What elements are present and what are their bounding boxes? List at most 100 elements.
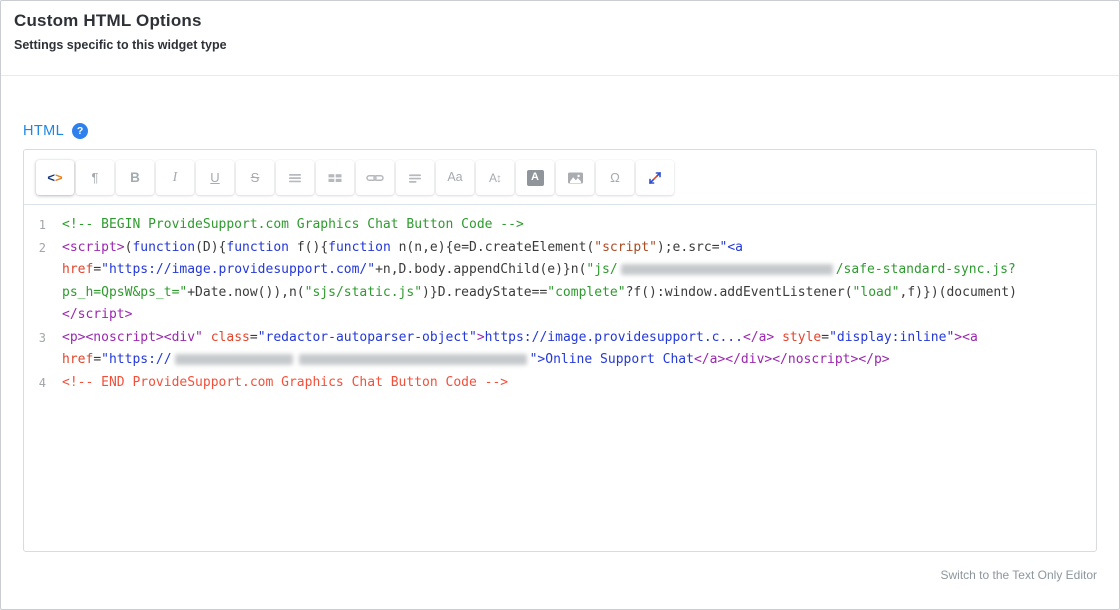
bold-icon: B: [130, 171, 140, 185]
text-color-button[interactable]: A: [516, 160, 554, 195]
redacted-text: [621, 264, 833, 275]
code-token: =: [250, 330, 258, 345]
code-token: )}D.readyState==: [422, 285, 547, 300]
paragraph-button[interactable]: ¶: [76, 160, 114, 195]
switch-editor-link[interactable]: Switch to the Text Only Editor: [940, 568, 1097, 582]
editor-footer: Switch to the Text Only Editor: [23, 566, 1097, 584]
code-token: <!-- END ProvideSupport.com Graphics Cha…: [62, 375, 508, 390]
code-token: ,f)})(document): [900, 285, 1017, 300]
line-number: 3: [24, 327, 62, 350]
code-token: Online Support Chat: [545, 352, 694, 367]
strikethrough-button[interactable]: S: [236, 160, 274, 195]
fullscreen-expand-icon: [647, 170, 663, 186]
code-token: class: [211, 330, 250, 345]
align-button[interactable]: [396, 160, 434, 195]
html-field-label-row: HTML ?: [23, 123, 1097, 139]
list-button[interactable]: [276, 160, 314, 195]
code-view-button[interactable]: <>: [36, 160, 74, 195]
line-number: 4: [24, 372, 62, 395]
code-token: ps_h=QpsW&ps_t=": [62, 285, 187, 300]
code-token: </script>: [62, 307, 132, 322]
code-token: function: [328, 240, 391, 255]
panel-header: Custom HTML Options Settings specific to…: [1, 1, 1119, 76]
code-token: "sjs/static.js": [305, 285, 422, 300]
code-token: +n,D.body.appendChild(e)}n(: [375, 262, 586, 277]
table-button[interactable]: [316, 160, 354, 195]
code-token: "display:inline": [829, 330, 954, 345]
custom-html-options-panel: Custom HTML Options Settings specific to…: [0, 0, 1120, 610]
italic-button[interactable]: I: [156, 160, 194, 195]
image-icon: [567, 170, 584, 186]
code-token: =: [93, 262, 101, 277]
code-token: (D){: [195, 240, 226, 255]
special-char-icon: Ω: [610, 171, 620, 184]
line-height-icon: A↕: [489, 172, 501, 184]
code-token: "redactor-autoparser-object": [258, 330, 477, 345]
code-token: </a></div></noscript></p>: [694, 352, 890, 367]
code-token: ><a: [954, 330, 977, 345]
code-line: 2<script>(function(D){function f(){funct…: [24, 237, 1088, 327]
code-token: >: [477, 330, 485, 345]
image-button[interactable]: [556, 160, 594, 195]
underline-icon: U: [210, 171, 219, 184]
table-icon: [327, 170, 343, 186]
code-token: https://image.providesupport.c...: [485, 330, 743, 345]
code-token: </a>: [743, 330, 774, 345]
italic-icon: I: [173, 171, 178, 185]
redacted-text: [175, 354, 293, 365]
list-icon: [287, 170, 303, 186]
code-token: "load": [853, 285, 900, 300]
code-token: [774, 330, 782, 345]
code-token: "https://image.providesupport.com/": [101, 262, 375, 277]
special-char-button[interactable]: Ω: [596, 160, 634, 195]
paragraph-icon: ¶: [92, 171, 99, 184]
line-number: 1: [24, 214, 62, 237]
html-field-label: HTML: [23, 123, 64, 139]
code-token: <!-- BEGIN ProvideSupport.com Graphics C…: [62, 217, 524, 232]
code-token: +Date.now()),n(: [187, 285, 304, 300]
code-token: <p><noscript><div": [62, 330, 203, 345]
code-token: =: [93, 352, 101, 367]
code-line: 1<!-- BEGIN ProvideSupport.com Graphics …: [24, 214, 1088, 237]
code-token: href: [62, 352, 93, 367]
redacted-text: [299, 354, 527, 365]
code-token: f(){: [289, 240, 328, 255]
fullscreen-button[interactable]: [636, 160, 674, 195]
code-token: style: [782, 330, 821, 345]
code-token: ">: [530, 352, 546, 367]
line-number: 2: [24, 237, 62, 260]
strikethrough-icon: S: [251, 171, 260, 184]
code-token: );e.src=: [657, 240, 720, 255]
font-style-button[interactable]: Aa: [436, 160, 474, 195]
code-token: function: [132, 240, 195, 255]
code-token: n(n,e){e=D.createElement(: [391, 240, 595, 255]
help-icon[interactable]: ?: [72, 123, 88, 139]
code-line: 3<p><noscript><div" class="redactor-auto…: [24, 327, 1088, 372]
line-height-button[interactable]: A↕: [476, 160, 514, 195]
code-token: function: [226, 240, 289, 255]
code-token: "https://: [101, 352, 171, 367]
code-token: /safe-standard-sync.js?: [836, 262, 1016, 277]
code-token: [203, 330, 211, 345]
code-token: "script": [594, 240, 657, 255]
text-color-icon: A: [527, 169, 544, 186]
align-icon: [407, 170, 423, 186]
underline-button[interactable]: U: [196, 160, 234, 195]
code-area[interactable]: 1<!-- BEGIN ProvideSupport.com Graphics …: [24, 205, 1096, 551]
link-icon: [366, 170, 384, 186]
editor-toolbar: <> ¶ B I U S Aa A↕ A Ω: [24, 150, 1096, 205]
link-button[interactable]: [356, 160, 394, 195]
code-view-icon: <>: [47, 171, 62, 184]
code-token: href: [62, 262, 93, 277]
code-token: "<a: [720, 240, 743, 255]
bold-button[interactable]: B: [116, 160, 154, 195]
code-line: 4<!-- END ProvideSupport.com Graphics Ch…: [24, 372, 1088, 395]
page-subtitle: Settings specific to this widget type: [14, 38, 1105, 52]
code-token: <script>: [62, 240, 125, 255]
code-token: "js/: [586, 262, 617, 277]
code-token: "complete": [547, 285, 625, 300]
panel-body: HTML ? <> ¶ B I U S Aa A↕ A Ω 1<!-- BEGIN Provide…: [1, 76, 1119, 584]
code-token: ?f():window.addEventListener(: [626, 285, 853, 300]
font-style-icon: Aa: [447, 171, 462, 184]
page-title: Custom HTML Options: [14, 11, 1105, 31]
